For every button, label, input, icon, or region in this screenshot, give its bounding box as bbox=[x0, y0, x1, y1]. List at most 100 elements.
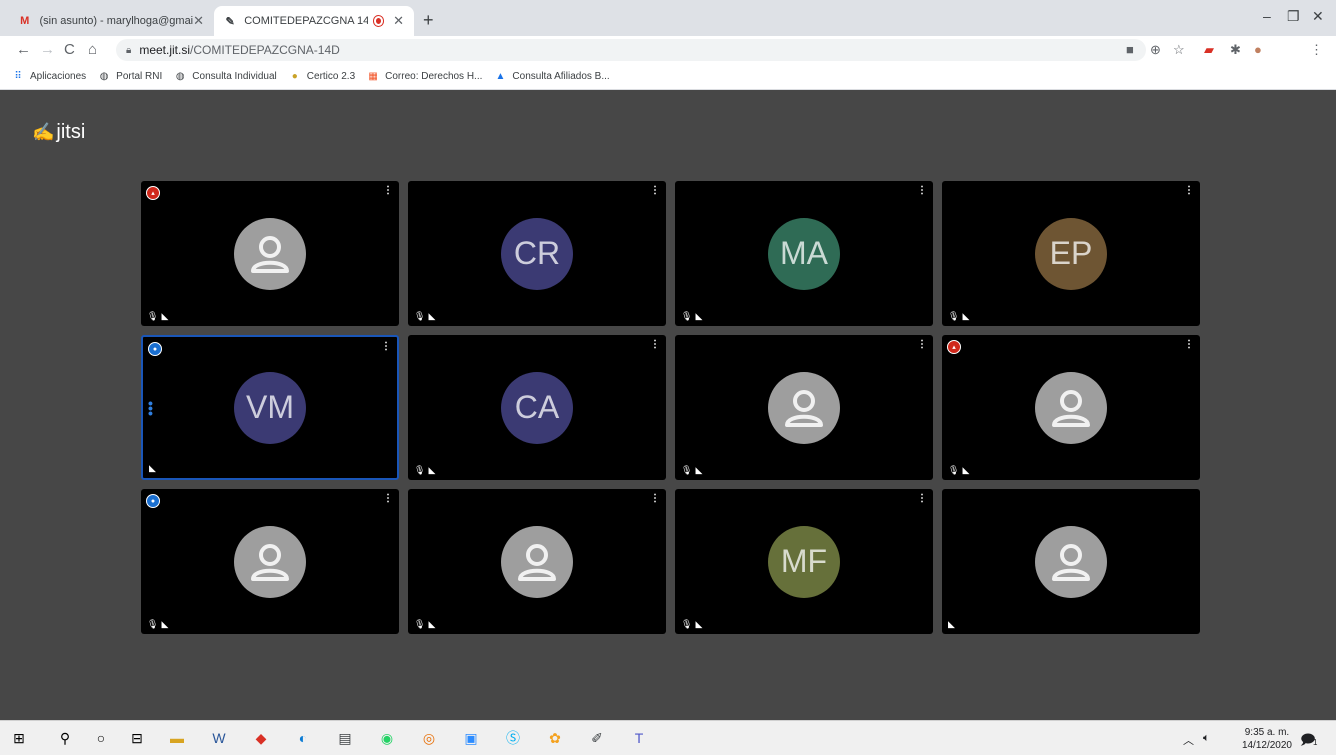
add-icon[interactable]: ⊕ bbox=[1150, 42, 1161, 58]
paint-icon[interactable]: ✐ bbox=[588, 729, 606, 747]
user-placeholder-icon bbox=[501, 525, 573, 598]
user-placeholder-icon bbox=[768, 371, 840, 444]
participant-tile[interactable]: ⋮ 🎙︎ ◣ bbox=[675, 335, 933, 480]
tile-status-icons: 🎙︎ ◣ bbox=[147, 311, 168, 322]
settings-app-icon[interactable]: ✿ bbox=[546, 729, 564, 747]
tile-menu-icon[interactable]: ⋮ bbox=[381, 342, 391, 352]
url-host: meet.jit.si bbox=[139, 43, 191, 57]
address-bar[interactable]: 🔒︎ meet.jit.si/COMITEDEPAZCGNA-14D bbox=[116, 39, 1146, 61]
participant-tile[interactable]: ◣ bbox=[942, 489, 1200, 634]
tile-menu-icon[interactable]: ⋮ bbox=[917, 494, 927, 504]
participant-tile[interactable]: ⋮ ● 🎙︎ ◣ bbox=[141, 489, 399, 634]
calculator-icon[interactable]: ▤ bbox=[336, 729, 354, 747]
back-button[interactable]: ← bbox=[16, 41, 31, 58]
mic-muted-icon: 🎙︎ bbox=[681, 311, 693, 321]
minimize-button[interactable]: – bbox=[1263, 8, 1271, 24]
whatsapp-icon[interactable]: ◉ bbox=[378, 729, 396, 747]
participant-tile[interactable]: EP ⋮ 🎙︎ ◣ bbox=[942, 181, 1200, 326]
reload-button[interactable]: C bbox=[64, 41, 75, 58]
system-clock[interactable]: 9:35 a. m. 14/12/2020 bbox=[1242, 726, 1292, 752]
apps-grid-icon: ⠿ bbox=[14, 71, 22, 82]
browser-menu-icon[interactable]: ⋮ bbox=[1310, 42, 1323, 58]
participant-tile[interactable]: MA ⋮ 🎙︎ ◣ bbox=[675, 181, 933, 326]
tab-gmail[interactable]: M (sin asunto) - marylhoga@gmail. ✕ bbox=[8, 6, 214, 36]
task-view-icon[interactable]: ⊟ bbox=[128, 729, 146, 747]
connection-status-icon[interactable]: ▴ bbox=[947, 340, 961, 354]
camera-off-icon: ◣ bbox=[428, 311, 436, 321]
jitsi-logo-text: jitsi bbox=[56, 121, 86, 143]
windows-start-icon[interactable]: ⊞ bbox=[10, 729, 28, 747]
bookmark-portal-rni[interactable]: ◍ Portal RNI bbox=[98, 71, 163, 83]
forward-button[interactable]: → bbox=[40, 41, 55, 58]
connection-status-icon[interactable]: ▴ bbox=[146, 186, 160, 200]
close-tab-icon[interactable]: ✕ bbox=[193, 13, 204, 29]
participant-tile[interactable]: CA ⋮ 🎙︎ ◣ bbox=[408, 335, 666, 480]
edge-icon[interactable]: ◐ bbox=[294, 729, 312, 747]
tile-menu-icon[interactable]: ⋮ bbox=[917, 340, 927, 350]
word-icon[interactable]: W bbox=[210, 729, 228, 747]
restore-button[interactable]: ❐ bbox=[1287, 8, 1300, 25]
tile-menu-icon[interactable]: ⋮ bbox=[383, 186, 393, 196]
cortana-icon[interactable]: ○ bbox=[92, 729, 110, 747]
camera-off-icon: ◣ bbox=[149, 463, 156, 473]
extensions-icon[interactable]: ✱ bbox=[1230, 42, 1241, 58]
tile-menu-icon[interactable]: ⋮ bbox=[383, 494, 393, 504]
tile-status-icons: ◣ bbox=[149, 463, 156, 474]
bookmark-label: Consulta Afiliados B... bbox=[512, 71, 610, 82]
chrome-icon[interactable]: ◎ bbox=[420, 729, 438, 747]
tile-menu-icon[interactable]: ⋮ bbox=[650, 494, 660, 504]
mic-muted-icon: 🎙︎ bbox=[147, 619, 159, 629]
mic-muted-icon: 🎙︎ bbox=[948, 311, 960, 321]
bookmark-star-icon[interactable]: ☆ bbox=[1173, 42, 1185, 58]
url-path: /COMITEDEPAZCGNA-14D bbox=[190, 43, 340, 57]
camera-off-icon: ◣ bbox=[948, 619, 955, 629]
camera-icon[interactable]: ■ bbox=[1126, 42, 1134, 57]
tile-menu-icon[interactable]: ⋮ bbox=[1184, 340, 1194, 350]
microsoft-icon: ▦ bbox=[368, 71, 378, 82]
raised-hand-icon[interactable]: ● bbox=[148, 342, 162, 356]
speaking-indicator-icon: • • • bbox=[148, 395, 153, 421]
recording-indicator-icon bbox=[373, 16, 384, 26]
tile-status-icons: ◣ bbox=[948, 619, 955, 630]
globe-icon: ◍ bbox=[99, 71, 109, 82]
tile-menu-icon[interactable]: ⋮ bbox=[650, 340, 660, 350]
bookmark-apps[interactable]: ⠿ Aplicaciones bbox=[12, 71, 86, 83]
search-icon[interactable]: ⚲ bbox=[56, 729, 74, 747]
tile-menu-icon[interactable]: ⋮ bbox=[917, 186, 927, 196]
bookmark-consulta-afiliados[interactable]: ▲ Consulta Afiliados B... bbox=[494, 71, 609, 83]
pdf-extension-icon[interactable]: ▰ bbox=[1204, 42, 1214, 58]
notification-count: 1 bbox=[1313, 738, 1318, 747]
bookmark-label: Correo: Derechos H... bbox=[385, 71, 483, 82]
bookmark-correo[interactable]: ▦ Correo: Derechos H... bbox=[367, 71, 482, 83]
tile-status-icons: 🎙︎ ◣ bbox=[147, 619, 168, 630]
teams-icon[interactable]: T bbox=[630, 729, 648, 747]
tab-jitsi[interactable]: ✎ COMITEDEPAZCGNA 14 D | ✕ bbox=[214, 6, 414, 36]
skype-icon[interactable]: Ⓢ bbox=[504, 729, 522, 747]
participant-tile[interactable]: CR ⋮ 🎙︎ ◣ bbox=[408, 181, 666, 326]
participant-avatar-initials: CR bbox=[501, 217, 573, 290]
new-tab-button[interactable]: + bbox=[423, 10, 434, 31]
close-tab-icon[interactable]: ✕ bbox=[393, 13, 404, 29]
profile-avatar-icon[interactable]: ● bbox=[1254, 42, 1262, 57]
participant-tile[interactable]: VM ⋮ ● • • • ◣ bbox=[141, 335, 399, 480]
participant-tile[interactable]: MF ⋮ 🎙︎ ◣ bbox=[675, 489, 933, 634]
participant-tile[interactable]: ⋮ ▴ 🎙︎ ◣ bbox=[141, 181, 399, 326]
participant-tile[interactable]: ⋮ 🎙︎ ◣ bbox=[408, 489, 666, 634]
tile-menu-icon[interactable]: ⋮ bbox=[650, 186, 660, 196]
raised-hand-icon[interactable]: ● bbox=[146, 494, 160, 508]
tile-menu-icon[interactable]: ⋮ bbox=[1184, 186, 1194, 196]
tile-status-icons: 🎙︎ ◣ bbox=[414, 465, 435, 476]
file-explorer-icon[interactable]: ▬ bbox=[168, 729, 186, 747]
bookmark-consulta-individual[interactable]: ◍ Consulta Individual bbox=[174, 71, 277, 83]
bookmark-certico[interactable]: ● Certico 2.3 bbox=[289, 71, 355, 83]
volume-icon[interactable]: 🔈︎ bbox=[1203, 732, 1210, 745]
participant-avatar-initials: VM bbox=[234, 371, 306, 444]
browser-tab-bar: M (sin asunto) - marylhoga@gmail. ✕ ✎ CO… bbox=[0, 0, 1336, 36]
user-placeholder-icon bbox=[234, 525, 306, 598]
home-button[interactable]: ⌂ bbox=[88, 41, 97, 58]
show-hidden-icons-icon[interactable]: ︿ bbox=[1183, 732, 1194, 748]
zoom-icon[interactable]: ▣ bbox=[462, 729, 480, 747]
participant-tile[interactable]: ⋮ ▴ 🎙︎ ◣ bbox=[942, 335, 1200, 480]
acrobat-icon[interactable]: ◆ bbox=[252, 729, 270, 747]
close-window-button[interactable]: ✕ bbox=[1312, 8, 1324, 25]
